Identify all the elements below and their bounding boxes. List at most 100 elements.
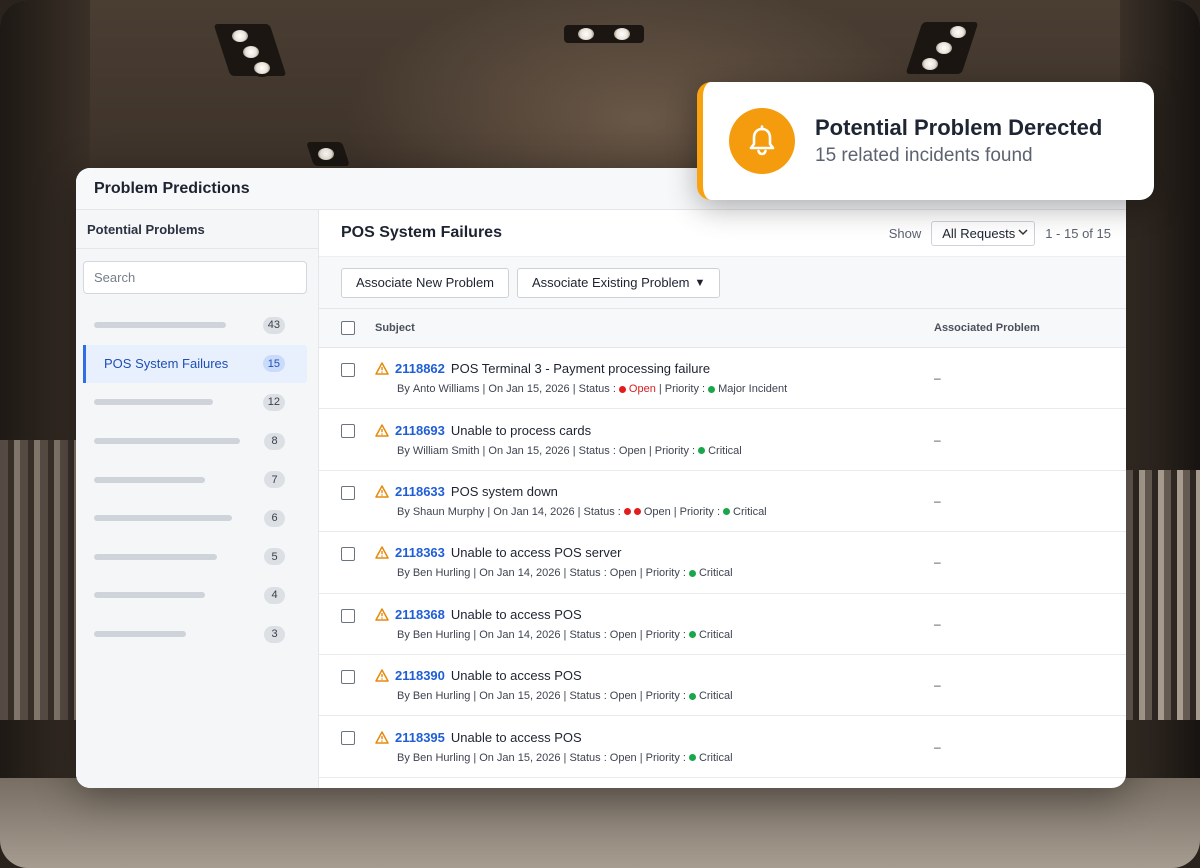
request-id-link[interactable]: 2118693 bbox=[395, 423, 445, 438]
request-meta: By Ben Hurling | On Jan 14, 2026 | Statu… bbox=[375, 629, 934, 641]
request-id-link[interactable]: 2118862 bbox=[395, 361, 445, 376]
request-subject: POS Terminal 3 - Payment processing fail… bbox=[450, 361, 711, 377]
problem-item[interactable]: 43 bbox=[76, 306, 307, 345]
associated-problem-cell: – bbox=[934, 432, 941, 447]
associate-new-problem-button[interactable]: Associate New Problem bbox=[341, 267, 509, 298]
problem-count-badge: 5 bbox=[264, 548, 285, 566]
ceiling-light bbox=[922, 58, 938, 70]
problem-item[interactable]: 5 bbox=[76, 538, 307, 577]
request-id-link[interactable]: 2118368 bbox=[395, 607, 445, 622]
associate-existing-problem-button[interactable]: Associate Existing Problem ▼ bbox=[517, 267, 721, 298]
placeholder-bar bbox=[94, 399, 213, 406]
meta-by: By bbox=[397, 690, 410, 703]
sidebar: Potential Problems 43 POS System Failure… bbox=[76, 210, 319, 788]
associated-problem-cell: – bbox=[934, 616, 941, 631]
background-clothes-rack-right bbox=[1126, 470, 1200, 720]
meta-status-label: | Status : bbox=[577, 505, 621, 518]
request-subject: Unable to process cards bbox=[450, 422, 592, 438]
problem-count-badge: 3 bbox=[264, 625, 285, 643]
request-id-link[interactable]: 2118363 bbox=[395, 545, 445, 560]
placeholder-bar bbox=[94, 476, 205, 483]
meta-status-label: | Status : bbox=[563, 690, 607, 703]
meta-priority: Critical bbox=[698, 751, 733, 764]
table-row[interactable]: 2118862 POS Terminal 3 - Payment process… bbox=[319, 348, 1126, 410]
bell-icon bbox=[729, 108, 795, 174]
meta-priority: Critical bbox=[698, 690, 733, 703]
warning-icon bbox=[375, 423, 389, 437]
request-meta: By Ben Hurling | On Jan 14, 2026 | Statu… bbox=[375, 567, 934, 579]
column-header-associated-problem: Associated Problem bbox=[934, 322, 1040, 334]
table-row[interactable]: 2118693 Unable to process cards By Willi… bbox=[319, 409, 1126, 471]
problem-item[interactable]: 3 bbox=[76, 615, 307, 654]
potential-problem-notification[interactable]: Potential Problem Derected 15 related in… bbox=[697, 82, 1154, 200]
request-subject: Unable to access POS bbox=[450, 606, 582, 622]
status-dot bbox=[623, 508, 631, 516]
meta-on: | On bbox=[473, 690, 494, 703]
request-filter-select[interactable]: All Requests bbox=[931, 220, 1036, 246]
request-id-link[interactable]: 2118395 bbox=[395, 730, 445, 745]
problem-count-badge: 6 bbox=[264, 509, 285, 527]
problem-count-badge: 8 bbox=[264, 432, 285, 450]
table-row[interactable]: 2118368 Unable to access POS By Ben Hurl… bbox=[319, 594, 1126, 655]
priority-dot bbox=[708, 385, 716, 393]
priority-dot bbox=[698, 447, 706, 455]
meta-status-label: | Status : bbox=[572, 383, 616, 396]
request-subject: Unable to access POS bbox=[450, 729, 582, 745]
row-checkbox[interactable] bbox=[341, 731, 355, 746]
request-id-link[interactable]: 2118633 bbox=[395, 484, 445, 499]
meta-priority: Critical bbox=[698, 567, 733, 580]
problem-item[interactable]: 12 bbox=[76, 383, 307, 422]
meta-by: By bbox=[397, 751, 410, 764]
request-meta: By Shaun Murphy | On Jan 14, 2026 | Stat… bbox=[375, 506, 934, 518]
search-input[interactable] bbox=[94, 270, 306, 285]
meta-priority: Critical bbox=[733, 505, 767, 518]
select-all-checkbox[interactable] bbox=[341, 321, 355, 335]
problem-item[interactable]: 6 bbox=[76, 499, 307, 538]
associated-problem-cell: – bbox=[934, 371, 941, 386]
meta-on: | On bbox=[473, 751, 494, 764]
meta-by: By bbox=[397, 567, 410, 580]
show-label: Show bbox=[888, 225, 922, 241]
row-checkbox[interactable] bbox=[341, 669, 355, 684]
warning-icon bbox=[375, 730, 389, 744]
priority-dot bbox=[688, 631, 696, 639]
meta-on: | On bbox=[473, 628, 494, 641]
warning-icon bbox=[375, 669, 389, 682]
table-row[interactable]: 2118390 Unable to access POS By Ben Hurl… bbox=[319, 655, 1126, 717]
meta-author: Ben Hurling bbox=[412, 690, 471, 703]
row-checkbox[interactable] bbox=[341, 424, 355, 439]
main-header: POS System Failures Show All Requests 1 … bbox=[319, 210, 1126, 257]
row-checkbox[interactable] bbox=[341, 485, 355, 500]
problem-item[interactable]: 8 bbox=[76, 422, 307, 461]
meta-status-label: | Status : bbox=[563, 751, 607, 764]
ceiling-light bbox=[243, 46, 259, 58]
request-meta: By Ben Hurling | On Jan 15, 2026 | Statu… bbox=[375, 752, 934, 764]
table-row[interactable]: 2118363 Unable to access POS server By B… bbox=[319, 532, 1126, 594]
background-clothes-rack-left bbox=[0, 440, 76, 720]
meta-status: Open bbox=[643, 505, 671, 518]
ceiling-light bbox=[254, 62, 270, 74]
problem-item[interactable]: 7 bbox=[76, 460, 307, 499]
ceiling-light-fixture bbox=[564, 25, 644, 43]
problem-item[interactable]: 4 bbox=[76, 576, 307, 615]
ceiling-light bbox=[232, 30, 248, 42]
meta-author: Ben Hurling bbox=[412, 567, 471, 580]
search-box[interactable] bbox=[83, 261, 307, 294]
meta-author: Ben Hurling bbox=[412, 628, 471, 641]
table-row[interactable]: 2118633 POS system down By Shaun Murphy … bbox=[319, 471, 1126, 533]
meta-priority: Major Incident bbox=[718, 383, 788, 396]
warning-icon bbox=[375, 546, 389, 560]
row-checkbox[interactable] bbox=[341, 547, 355, 562]
row-checkbox[interactable] bbox=[341, 608, 355, 623]
problem-item-pos-system-failures[interactable]: POS System Failures 15 bbox=[83, 344, 307, 384]
table-row[interactable]: 2118395 Unable to access POS By Ben Hurl… bbox=[319, 716, 1126, 778]
warning-icon bbox=[375, 608, 389, 621]
meta-status: Open bbox=[609, 690, 637, 703]
row-checkbox[interactable] bbox=[341, 363, 355, 377]
associated-problem-cell: – bbox=[934, 555, 941, 570]
priority-dot bbox=[688, 692, 696, 700]
request-id-link[interactable]: 2118390 bbox=[395, 668, 445, 683]
notification-title: Potential Problem Derected bbox=[815, 115, 1103, 140]
placeholder-bar bbox=[94, 322, 226, 329]
table-body: 2118862 POS Terminal 3 - Payment process… bbox=[319, 348, 1126, 778]
